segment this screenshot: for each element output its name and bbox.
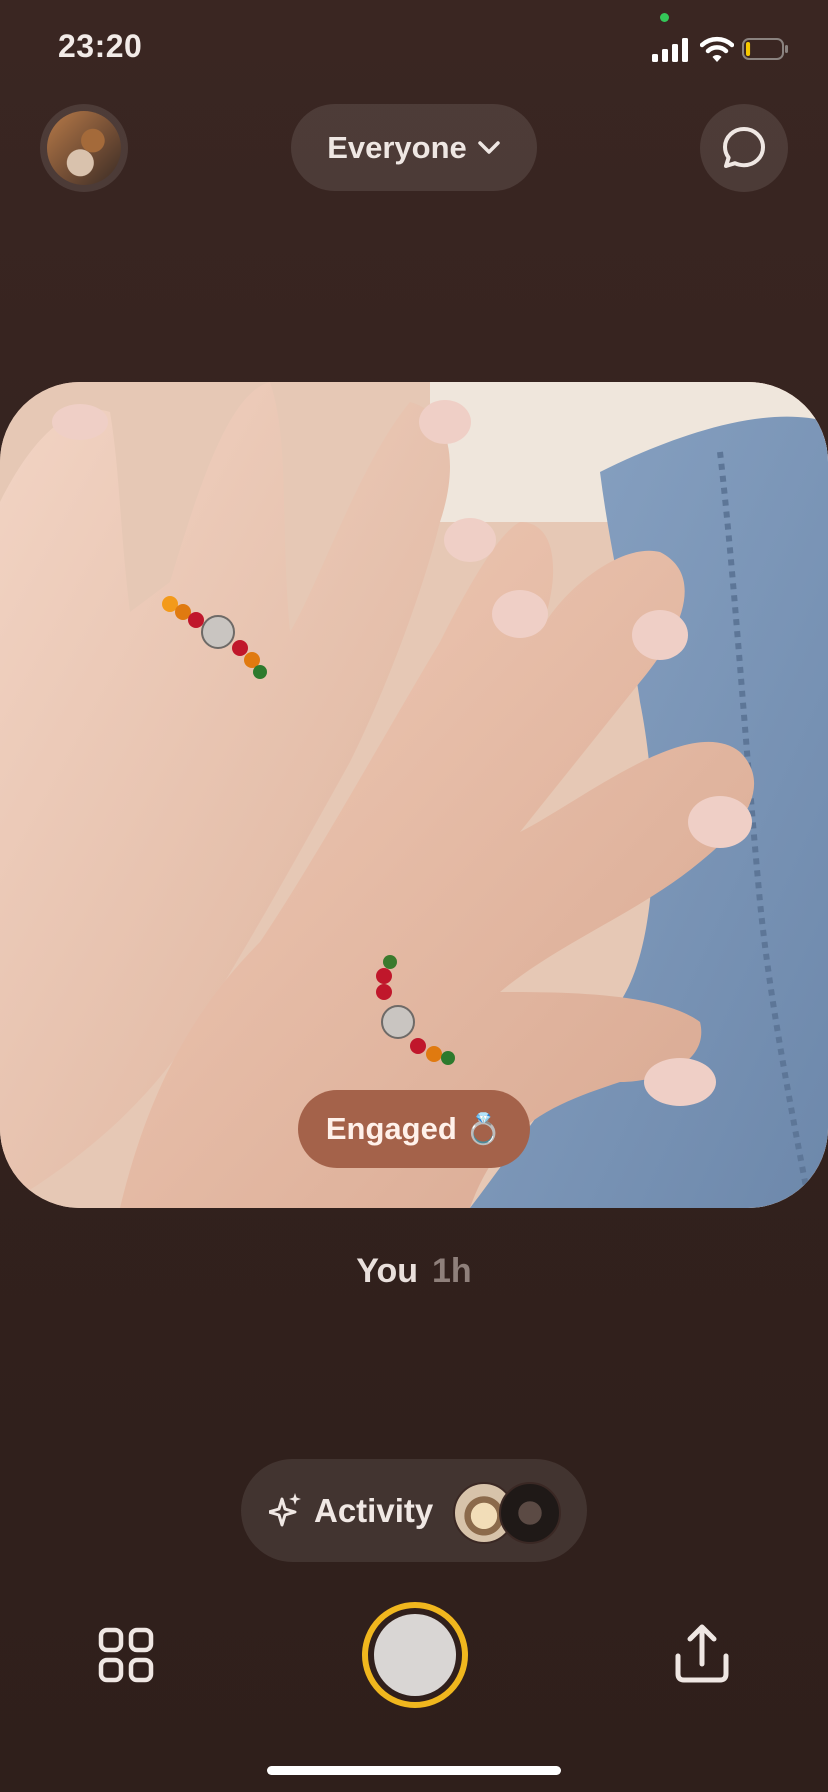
- post-photo[interactable]: [0, 382, 828, 1208]
- post-meta: You 1h: [0, 1252, 828, 1291]
- chat-bubble-icon: [723, 127, 765, 168]
- post-author: You: [356, 1252, 418, 1290]
- cellular-signal-icon: [652, 38, 690, 62]
- grid-icon[interactable]: [98, 1627, 154, 1683]
- wifi-icon: [700, 36, 734, 62]
- ring-emoji: 💍: [464, 1112, 503, 1146]
- activity-avatar: [499, 1482, 561, 1544]
- shutter-button[interactable]: [362, 1602, 468, 1708]
- profile-avatar-button[interactable]: [40, 104, 128, 192]
- shutter-inner: [374, 1614, 456, 1696]
- post-age: 1h: [432, 1252, 472, 1290]
- audience-selector[interactable]: Everyone: [291, 104, 537, 191]
- audience-label: Everyone: [327, 129, 467, 165]
- home-indicator: [267, 1766, 561, 1775]
- privacy-indicator-dot: [660, 13, 669, 22]
- chat-button[interactable]: [700, 104, 788, 192]
- profile-avatar: [47, 111, 121, 185]
- activity-label: Activity: [314, 1492, 434, 1529]
- photo-content: [0, 382, 828, 1208]
- status-time: 23:20: [58, 28, 143, 64]
- sparkle-icon: [269, 1493, 301, 1527]
- activity-button[interactable]: Activity: [241, 1459, 587, 1562]
- share-icon[interactable]: [670, 1622, 734, 1686]
- caption-pill: Engaged 💍: [298, 1090, 530, 1168]
- caption-text: Engaged: [325, 1111, 457, 1146]
- battery-icon: [742, 38, 788, 60]
- chevron-down-icon: [478, 140, 500, 154]
